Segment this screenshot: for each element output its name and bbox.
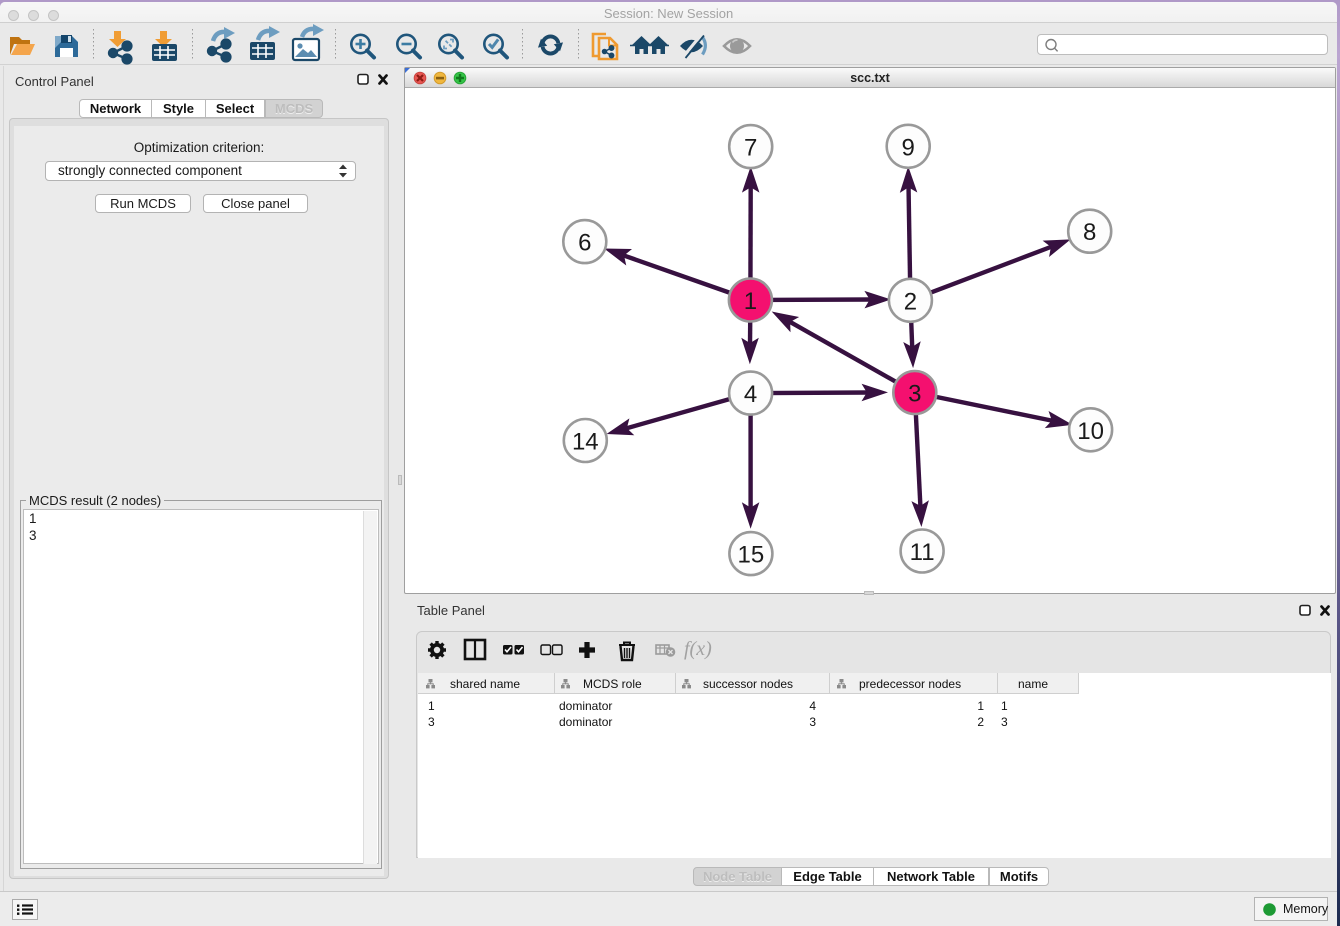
svg-text:4: 4 (744, 381, 757, 408)
svg-text:3: 3 (908, 381, 921, 408)
svg-text:7: 7 (744, 135, 757, 162)
svg-text:14: 14 (572, 429, 599, 456)
svg-text:2: 2 (904, 288, 917, 315)
svg-text:1: 1 (744, 288, 757, 315)
svg-text:11: 11 (910, 539, 935, 566)
svg-text:8: 8 (1083, 219, 1096, 246)
svg-text:10: 10 (1077, 418, 1104, 445)
svg-text:6: 6 (578, 230, 591, 257)
svg-text:9: 9 (902, 134, 915, 161)
svg-text:15: 15 (738, 542, 765, 569)
